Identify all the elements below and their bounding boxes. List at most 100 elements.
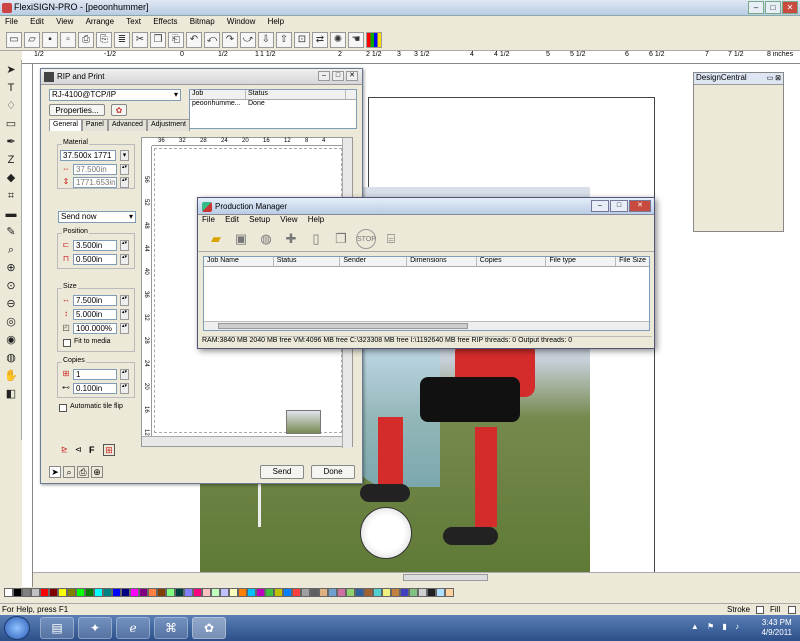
position-x-field[interactable]: 3.500in <box>73 240 117 251</box>
tab-panel[interactable]: Panel <box>81 119 108 131</box>
system-tray-icons[interactable]: ▲ ⚑ ▮ ♪ <box>691 622 742 631</box>
add-job-icon[interactable]: ▣ <box>231 229 251 249</box>
pan-hand-icon[interactable]: ✋ <box>3 368 19 384</box>
position-x-stepper[interactable]: ▴▾ <box>120 240 129 251</box>
color-swatch[interactable] <box>175 588 184 597</box>
rip-close-button[interactable]: ✕ <box>346 71 358 81</box>
pm-close-button[interactable]: ✕ <box>629 200 651 212</box>
menu-text[interactable]: Text <box>121 16 146 26</box>
pm-menu-edit[interactable]: Edit <box>221 215 243 224</box>
color-swatch[interactable] <box>103 588 112 597</box>
fill-swatch[interactable] <box>788 606 796 614</box>
paste-icon[interactable]: ⎗ <box>168 31 184 48</box>
cut-icon[interactable]: ✂ <box>132 31 148 48</box>
export-icon[interactable]: ⇧ <box>276 31 292 48</box>
size-width-stepper[interactable]: ▴▾ <box>120 295 129 306</box>
media-height-field[interactable]: 1771.653in <box>73 177 117 188</box>
scan-icon[interactable]: ⊡ <box>294 31 310 48</box>
color-swatch[interactable] <box>301 588 310 597</box>
open-folder-icon[interactable]: ▰ <box>206 229 226 249</box>
pm-minimize-button[interactable]: – <box>591 200 609 212</box>
color-swatch[interactable] <box>265 588 274 597</box>
tab-general[interactable]: General <box>49 119 82 131</box>
color-swatch[interactable] <box>139 588 148 597</box>
color-swatch[interactable] <box>58 588 67 597</box>
col-copies[interactable]: Copies <box>477 257 547 266</box>
color-swatch[interactable] <box>94 588 103 597</box>
minimize-button[interactable]: – <box>748 1 764 14</box>
color-swatch[interactable] <box>373 588 382 597</box>
copy-job-icon[interactable]: ❐ <box>331 229 351 249</box>
col-job-name[interactable]: Job Name <box>204 257 274 266</box>
save-as-icon[interactable]: ▫ <box>60 31 76 48</box>
color-swatch[interactable] <box>400 588 409 597</box>
table-row[interactable]: peoonhumme... Done <box>190 100 356 110</box>
magnify-icon[interactable]: ⌕ <box>3 242 19 258</box>
color-swatch[interactable] <box>31 588 40 597</box>
measure-tool-icon[interactable]: ▬ <box>3 206 19 222</box>
copies-stepper[interactable]: ▴▾ <box>120 369 129 380</box>
properties-button[interactable]: Properties... <box>49 104 105 116</box>
col-status[interactable]: Status <box>274 257 341 266</box>
color-swatch[interactable] <box>13 588 22 597</box>
start-button[interactable] <box>4 616 30 640</box>
new-document-icon[interactable]: ▭ <box>6 31 22 48</box>
taskbar-explorer-icon[interactable]: ▤ <box>40 617 74 639</box>
tile-mode-icon[interactable]: ⊵ <box>61 445 73 456</box>
preview-job-thumbnail[interactable] <box>286 410 321 434</box>
rip-minimize-button[interactable]: – <box>318 71 330 81</box>
color-swatch[interactable] <box>193 588 202 597</box>
zoom-page-icon[interactable]: ⊙ <box>3 278 19 294</box>
color-swatch[interactable] <box>445 588 454 597</box>
taskbar-acrobat-icon[interactable]: ⌘ <box>154 617 188 639</box>
col-file-size[interactable]: File Size <box>616 257 649 266</box>
flip-mode-icon[interactable]: F <box>89 445 101 456</box>
color-swatch[interactable] <box>166 588 175 597</box>
zoom-out-icon[interactable]: ⊖ <box>3 296 19 312</box>
color-swatch[interactable] <box>418 588 427 597</box>
color-swatch[interactable] <box>184 588 193 597</box>
color-swatch[interactable] <box>229 588 238 597</box>
color-swatch[interactable] <box>409 588 418 597</box>
done-button[interactable]: Done <box>311 465 355 479</box>
color-settings-icon[interactable]: ✿ <box>111 104 127 116</box>
menu-arrange[interactable]: Arrange <box>81 16 119 26</box>
taskbar-production-manager-icon[interactable]: ✿ <box>192 617 226 639</box>
col-dimensions[interactable]: Dimensions <box>407 257 477 266</box>
pm-menu-help[interactable]: Help <box>304 215 328 224</box>
stroke-swatch[interactable] <box>756 606 764 614</box>
copies-gap-stepper[interactable]: ▴▾ <box>120 383 129 394</box>
setup-gear-icon[interactable]: ✚ <box>281 229 301 249</box>
zoom-all-icon[interactable]: ◍ <box>3 350 19 366</box>
color-swatch[interactable] <box>283 588 292 597</box>
send-mode-select[interactable]: Send now ▾ <box>58 211 136 223</box>
color-swatch[interactable] <box>274 588 283 597</box>
color-swatch[interactable] <box>211 588 220 597</box>
size-width-field[interactable]: 7.500in <box>73 295 117 306</box>
transfer-icon[interactable]: ⇄ <box>312 31 328 48</box>
tab-advanced[interactable]: Advanced <box>107 119 147 131</box>
rip-print-icon[interactable]: ⎘ <box>96 31 112 48</box>
network-globe-icon[interactable]: ◍ <box>256 229 276 249</box>
pen-tool-icon[interactable]: ✒ <box>3 134 19 150</box>
preview-select-arrow-icon[interactable]: ➤ <box>49 466 61 478</box>
redo-list-icon[interactable]: ⤻ <box>240 31 256 48</box>
material-dropdown-icon[interactable]: ▾ <box>120 150 129 161</box>
color-swatch[interactable] <box>382 588 391 597</box>
color-swatch[interactable] <box>130 588 139 597</box>
color-swatch[interactable] <box>337 588 346 597</box>
color-swatch[interactable] <box>256 588 265 597</box>
send-button[interactable]: Send <box>260 465 304 479</box>
col-file-type[interactable]: File type <box>546 257 617 266</box>
pm-menu-file[interactable]: File <box>198 215 219 224</box>
zoom-in-icon[interactable]: ⊕ <box>3 260 19 276</box>
taskbar-ie-icon[interactable]: ℯ <box>116 617 150 639</box>
position-y-field[interactable]: 0.500in <box>73 254 117 265</box>
color-swatch[interactable] <box>220 588 229 597</box>
zoom-text-icon[interactable]: Z <box>3 152 19 168</box>
zoom-color-icon[interactable]: ◉ <box>3 332 19 348</box>
color-swatch[interactable] <box>121 588 130 597</box>
color-swatch[interactable] <box>76 588 85 597</box>
preview-zoom-fit-icon[interactable]: ⊕ <box>91 466 103 478</box>
rectangle-tool-icon[interactable]: ▭ <box>3 116 19 132</box>
